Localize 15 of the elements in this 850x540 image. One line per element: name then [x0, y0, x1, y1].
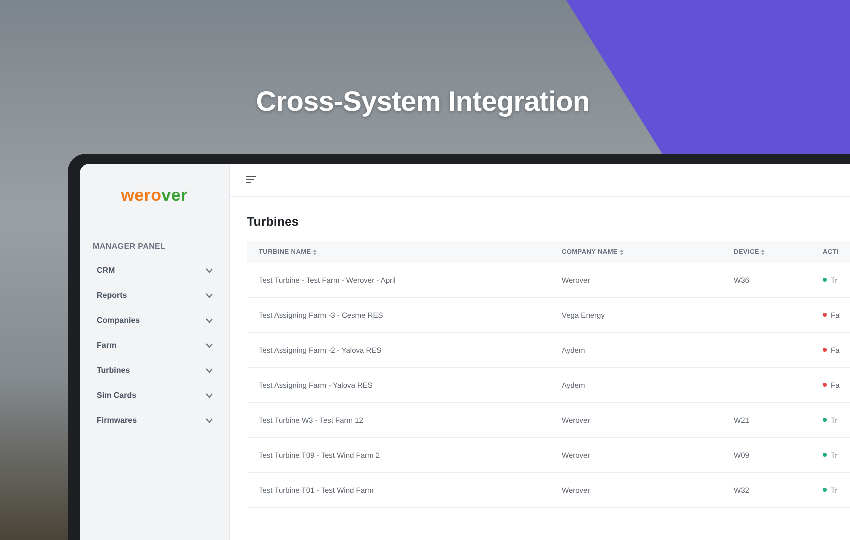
werover-logo: werover [121, 186, 188, 206]
section-title: MANAGER PANEL [93, 242, 167, 251]
nav-item[interactable]: Turbines [80, 358, 229, 383]
nav-item[interactable]: Sim Cards [80, 383, 229, 408]
menu-icon[interactable] [246, 176, 256, 184]
nav-item[interactable]: Companies [80, 308, 229, 333]
sort-icon[interactable] [313, 248, 318, 256]
page-title: Turbines [247, 215, 300, 229]
sort-icon[interactable] [761, 248, 766, 256]
nav-item[interactable]: CRM [80, 258, 229, 283]
nav-item[interactable]: Reports [80, 283, 229, 308]
sort-icon[interactable] [620, 248, 624, 256]
nav-item[interactable]: Firmwares [80, 408, 229, 433]
headline: Cross-System Integration [256, 86, 591, 118]
nav-item[interactable]: Farm [80, 333, 229, 358]
